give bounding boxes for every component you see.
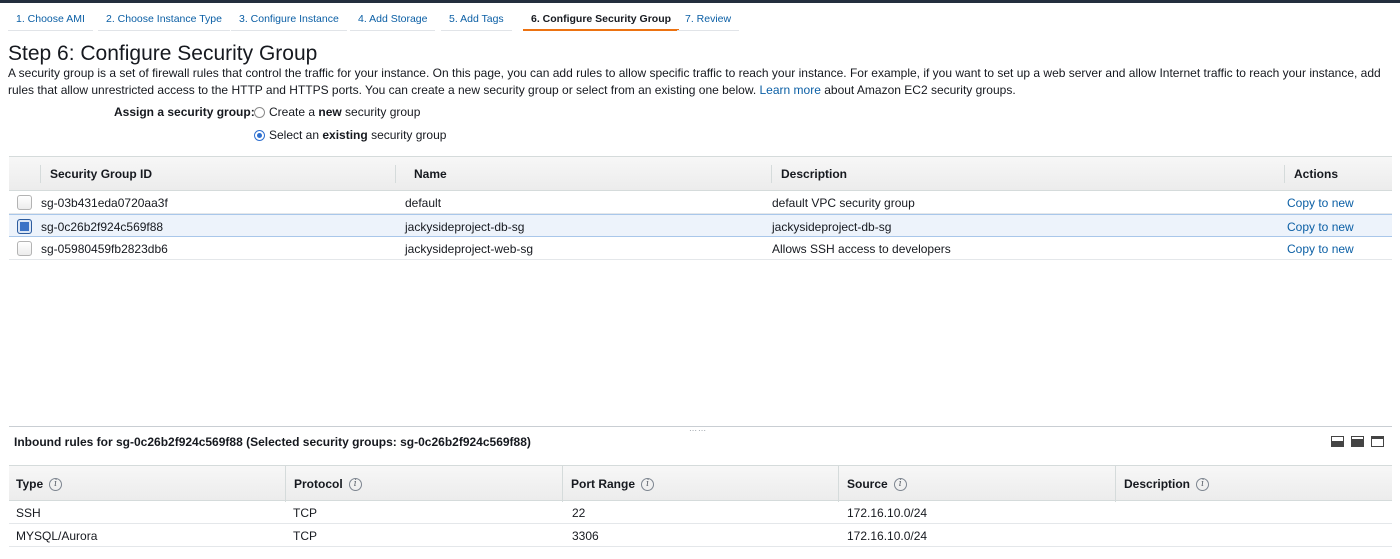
info-icon[interactable]: i <box>641 477 655 491</box>
intro-paragraph: A security group is a set of firewall ru… <box>8 65 1398 98</box>
inbound-rules-title: Inbound rules for sg-0c26b2f924c569f88 (… <box>14 435 531 449</box>
step-review[interactable]: 7. Review <box>677 9 740 31</box>
intro-text: A security group is a set of firewall ru… <box>8 66 1381 97</box>
radio-button[interactable] <box>254 129 265 141</box>
security-group-id: sg-03b431eda0720aa3f <box>41 196 168 210</box>
row-checkbox[interactable] <box>17 219 32 234</box>
learn-more-link[interactable]: Learn more <box>760 83 821 97</box>
security-group-id: sg-0c26b2f924c569f88 <box>41 220 164 234</box>
row-checkbox[interactable] <box>17 195 32 210</box>
col-header-name[interactable]: Name <box>414 167 447 181</box>
step-add-storage[interactable]: 4. Add Storage <box>350 9 436 31</box>
radio-create-new-group[interactable]: Create a new security group <box>254 105 420 119</box>
column-divider <box>562 466 563 502</box>
radio-select-existing-group[interactable]: Select an existing security group <box>254 128 446 142</box>
security-group-name: jackysideproject-web-sg <box>405 242 534 256</box>
top-bar <box>0 0 1400 3</box>
security-group-description: Allows SSH access to developers <box>772 242 951 256</box>
security-group-description: jackysideproject-db-sg <box>772 220 892 234</box>
col-header-source: Source i <box>847 477 907 491</box>
column-divider <box>40 165 41 183</box>
table-header: Type i Protocol i Port Range i Source i Desc… <box>9 465 1392 502</box>
rule-protocol: TCP <box>293 529 317 543</box>
copy-to-new-link[interactable]: Copy to new <box>1287 220 1354 234</box>
col-header-port-range: Port Range i <box>571 477 655 491</box>
column-divider <box>838 466 839 502</box>
radio-label: Create a new security group <box>269 105 421 119</box>
rule-port-range: 22 <box>572 506 586 520</box>
rule-source: 172.16.10.0/24 <box>847 506 928 520</box>
info-icon[interactable]: i <box>893 477 907 491</box>
security-group-id: sg-05980459fb2823db6 <box>41 242 168 256</box>
rule-port-range: 3306 <box>572 529 599 543</box>
assign-security-group-label: Assign a security group: <box>114 105 255 119</box>
copy-to-new-link[interactable]: Copy to new <box>1287 242 1354 256</box>
col-header-protocol: Protocol i <box>294 477 362 491</box>
view-mode-buttons <box>1331 436 1384 447</box>
col-header-description: Description i <box>1124 477 1210 491</box>
col-header-type: Type i <box>16 477 63 491</box>
view-full-icon[interactable] <box>1371 436 1384 447</box>
security-group-description: default VPC security group <box>772 196 915 210</box>
table-row[interactable]: sg-05980459fb2823db6 jackysideproject-we… <box>9 237 1392 260</box>
info-icon[interactable]: i <box>49 477 63 491</box>
security-group-name: default <box>405 196 442 210</box>
page-title: Step 6: Configure Security Group <box>8 42 318 65</box>
table-row[interactable]: sg-03b431eda0720aa3f default default VPC… <box>9 191 1392 214</box>
column-divider <box>771 165 772 183</box>
step-choose-ami[interactable]: 1. Choose AMI <box>8 9 93 31</box>
table-row: SSH TCP 22 172.16.10.0/24 <box>9 501 1392 524</box>
splitter-grip-icon[interactable]: ⋯⋯ <box>689 426 707 435</box>
step-configure-instance[interactable]: 3. Configure Instance <box>231 9 347 31</box>
column-divider <box>1284 165 1285 183</box>
info-icon[interactable]: i <box>1196 477 1210 491</box>
copy-to-new-link[interactable]: Copy to new <box>1287 196 1354 210</box>
intro-suffix: about Amazon EC2 security groups. <box>824 82 1016 97</box>
table-header: Security Group ID Name Description Actio… <box>9 156 1392 191</box>
step-add-tags[interactable]: 5. Add Tags <box>441 9 512 31</box>
rule-type: SSH <box>16 506 41 520</box>
rule-protocol: TCP <box>293 506 317 520</box>
column-divider <box>1115 466 1116 502</box>
radio-button[interactable] <box>254 106 265 118</box>
step-configure-security-group[interactable]: 6. Configure Security Group <box>523 9 680 31</box>
security-group-name: jackysideproject-db-sg <box>405 220 525 234</box>
rule-source: 172.16.10.0/24 <box>847 529 928 543</box>
step-choose-instance-type[interactable]: 2. Choose Instance Type <box>98 9 230 31</box>
col-header-security-group-id[interactable]: Security Group ID <box>50 167 152 181</box>
column-divider <box>285 466 286 502</box>
view-split-bottom-icon[interactable] <box>1331 436 1344 447</box>
column-divider <box>395 165 396 183</box>
view-split-half-icon[interactable] <box>1351 436 1364 447</box>
table-row-selected[interactable]: sg-0c26b2f924c569f88 jackysideproject-db… <box>9 214 1392 237</box>
rule-type: MYSQL/Aurora <box>16 529 98 543</box>
row-checkbox[interactable] <box>17 241 32 256</box>
inbound-rules-table: Type i Protocol i Port Range i Source i Desc… <box>9 465 1392 547</box>
radio-label: Select an existing security group <box>269 128 447 142</box>
security-groups-table: Security Group ID Name Description Actio… <box>9 156 1392 260</box>
table-row: MYSQL/Aurora TCP 3306 172.16.10.0/24 <box>9 524 1392 547</box>
col-header-description[interactable]: Description <box>781 167 847 181</box>
col-header-actions: Actions <box>1294 167 1339 181</box>
info-icon[interactable]: i <box>348 477 362 491</box>
